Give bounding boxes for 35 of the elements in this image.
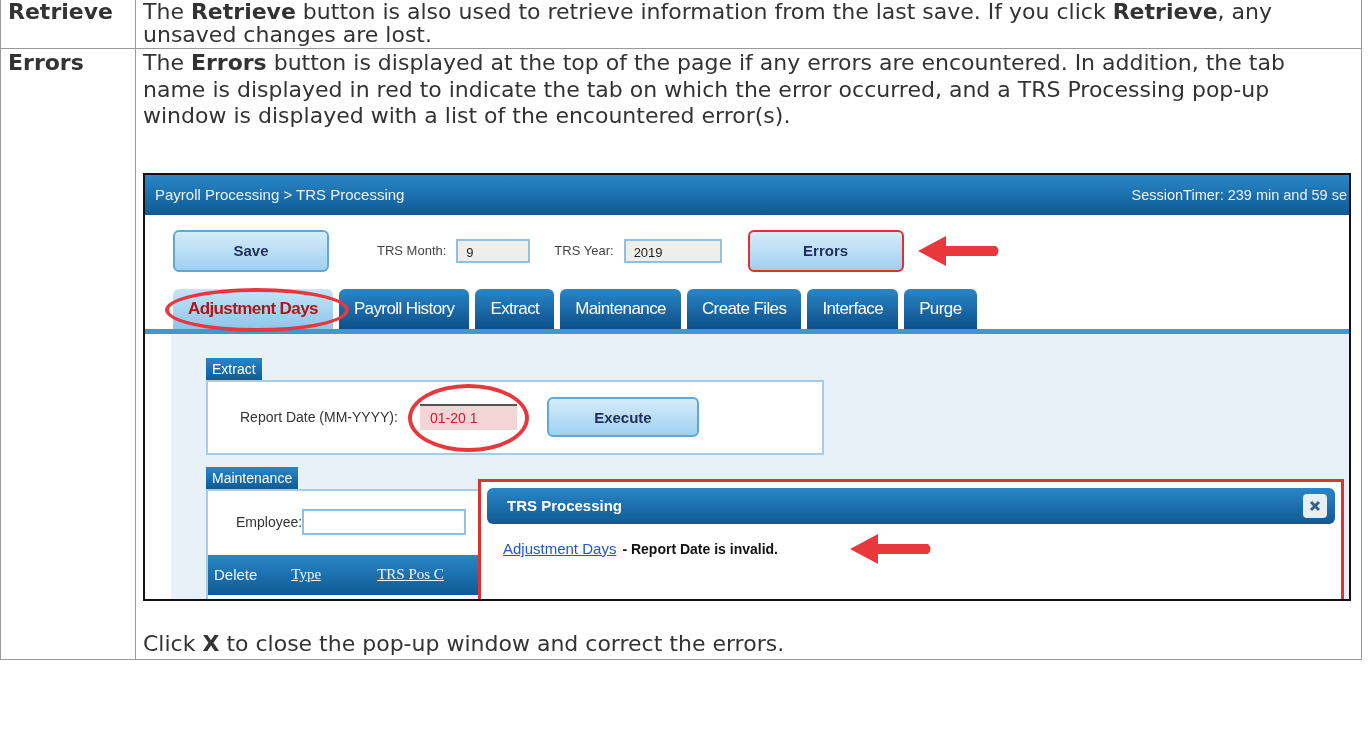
- description-text: The Retrieve button is also used to retrieve information from the last save. If you click Retrieve, any unsaved changes are lost.: [143, 0, 1274, 46]
- tab[interactable]: Create Files: [686, 288, 802, 329]
- tab[interactable]: Adjustment Days: [173, 288, 333, 329]
- term-cell: Retrieve: [0, 0, 136, 49]
- tab[interactable]: Interface: [807, 288, 899, 329]
- column-header: Delete: [214, 566, 258, 583]
- tab[interactable]: Extract: [475, 288, 555, 329]
- errors-button[interactable]: Errors: [747, 229, 904, 272]
- close-icon: [1309, 499, 1321, 512]
- section-title: Extract: [206, 357, 262, 380]
- close-button[interactable]: [1303, 493, 1327, 518]
- section-title: Maintenance: [206, 466, 299, 489]
- field-label: Employee:: [236, 513, 303, 530]
- field-label: TRS Year:: [554, 243, 614, 258]
- breadcrumb: Payroll Processing > TRS Processing: [155, 186, 405, 203]
- column-header[interactable]: TRS Pos C: [377, 566, 444, 583]
- session-timer: SessionTimer: 239 min and 59 se: [1131, 186, 1347, 203]
- tab[interactable]: Payroll History: [338, 288, 470, 329]
- tab[interactable]: Maintenance: [560, 288, 681, 329]
- month-field[interactable]: 9: [456, 238, 531, 263]
- date-field[interactable]: 01-20 1: [419, 404, 517, 430]
- year-field[interactable]: 2019: [623, 238, 722, 263]
- instruction-text: Click X to close the pop-up window and correct the errors.: [143, 630, 786, 657]
- field-label: Report Date (MM-YYYY):: [240, 409, 398, 425]
- error-message: - Report Date is invalid.: [622, 540, 778, 557]
- save-button[interactable]: Save: [173, 229, 329, 272]
- tab[interactable]: Purge: [904, 288, 977, 329]
- description-text: The Errors button is displayed at the top of the page if any errors are encountered. In addition, the tab name is displayed in red to indicate the tab on which the error occurred, and a TRS Processing pop-up window is displayed with a list of the encountered error(s).: [143, 50, 1286, 130]
- execute-button[interactable]: Execute: [546, 397, 699, 437]
- column-header[interactable]: Type: [291, 566, 322, 583]
- error-link[interactable]: Adjustment Days: [503, 540, 617, 557]
- field-label: TRS Month:: [377, 243, 447, 258]
- popup-title: TRS Processing: [507, 497, 623, 514]
- employee-field[interactable]: [302, 508, 467, 535]
- term-cell: Errors: [0, 48, 136, 660]
